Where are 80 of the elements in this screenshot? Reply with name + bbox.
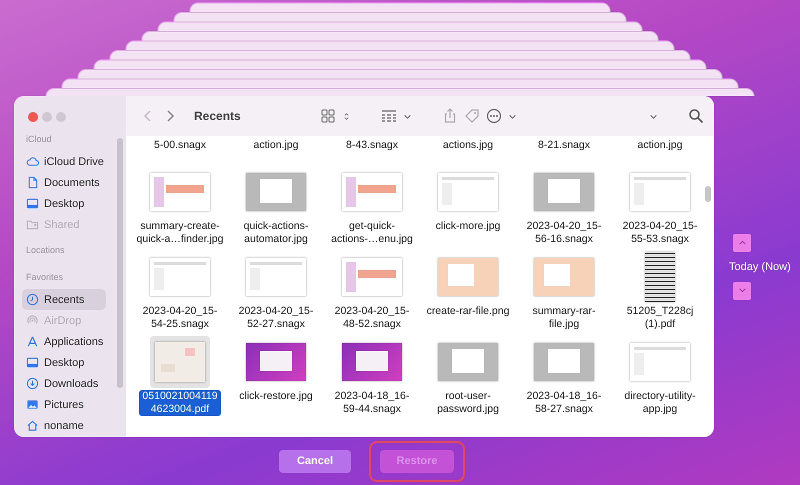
more-icon[interactable]	[486, 108, 502, 124]
file-name: action.jpg	[638, 139, 682, 151]
file-name[interactable]: summary-rar-file.jpg	[519, 305, 609, 331]
desktop-icon	[26, 197, 39, 210]
down-button[interactable]	[733, 282, 751, 300]
file-name[interactable]: click-more.jpg	[423, 220, 513, 233]
sidebar-item[interactable]: Pictures	[22, 394, 106, 415]
picture-icon	[26, 398, 39, 411]
file-name: action.jpg	[254, 139, 298, 151]
section-heading: Favorites	[26, 272, 64, 284]
chevron-down-icon	[738, 286, 746, 295]
desktop-icon	[26, 356, 39, 369]
file-name[interactable]: get-quick-actions-…enu.jpg	[327, 220, 417, 246]
document-icon	[26, 176, 39, 189]
chevron-up-icon	[738, 238, 746, 247]
file-thumbnail	[342, 343, 402, 381]
shared-folder-icon	[26, 218, 39, 231]
file-thumbnail	[645, 252, 675, 302]
file-name: 5-00.snagx	[154, 139, 206, 151]
file-thumbnail	[155, 342, 205, 382]
file-thumbnail	[246, 173, 306, 211]
file-thumbnail	[630, 343, 690, 381]
apps-icon	[26, 335, 39, 348]
section-heading: Locations	[26, 245, 66, 257]
file-name[interactable]: click-restore.jpg	[231, 390, 321, 403]
file-name: actions.jpg	[442, 139, 494, 151]
close-button[interactable]	[28, 112, 38, 122]
sidebar-item[interactable]: Applications	[22, 331, 106, 352]
file-name[interactable]: 2023-04-20_15-55-53.snagx	[615, 220, 705, 246]
file-name[interactable]: 2023-04-20_15-48-52.snagx	[327, 305, 417, 331]
tag-icon[interactable]	[464, 108, 480, 124]
scrollbar[interactable]	[117, 138, 123, 388]
file-thumbnail	[246, 258, 306, 296]
file-thumbnail	[150, 173, 210, 211]
download-icon	[26, 377, 39, 390]
timeline-label: Today (Now)	[729, 260, 791, 272]
file-name[interactable]: 05100210041194623004.pdf	[139, 390, 221, 416]
section-heading: iCloud	[26, 134, 53, 146]
file-thumbnail	[534, 343, 594, 381]
clock-icon	[26, 293, 39, 306]
file-name[interactable]: root-user-password.jpg	[423, 390, 513, 416]
file-thumbnail	[438, 258, 498, 296]
sidebar-item[interactable]: Documents	[22, 172, 106, 193]
grid-view-icon[interactable]	[320, 108, 336, 124]
file-name: 8-43.snagx	[346, 139, 398, 151]
file-thumbnail	[342, 173, 402, 211]
sidebar-item[interactable]: noname	[22, 415, 106, 436]
file-thumbnail	[246, 343, 306, 381]
cloud-icon	[26, 155, 39, 168]
file-name[interactable]: 2023-04-20_15-54-25.snagx	[135, 305, 225, 331]
file-name[interactable]: 2023-04-18_16-59-44.snagx	[327, 390, 417, 416]
file-name[interactable]: create-rar-file.png	[423, 305, 513, 318]
file-thumbnail	[534, 173, 594, 211]
scrollbar[interactable]	[705, 186, 711, 202]
sidebar-item[interactable]: Desktop	[22, 352, 106, 373]
share-icon[interactable]	[442, 108, 458, 124]
file-thumbnail	[150, 258, 210, 296]
window-title: Recents	[194, 109, 242, 123]
search-icon[interactable]	[688, 108, 704, 124]
file-name[interactable]: quick-actions-automator.jpg	[231, 220, 321, 246]
file-name[interactable]: directory-utility-app.jpg	[615, 390, 705, 416]
sidebar-item[interactable]: iCloud Drive	[22, 151, 106, 172]
file-name: 8-21.snagx	[538, 139, 590, 151]
group-icon[interactable]	[381, 108, 397, 124]
up-down-chevron-icon[interactable]	[342, 112, 351, 120]
file-name[interactable]: 2023-04-20_15-56-16.snagx	[519, 220, 609, 246]
file-thumbnail	[534, 258, 594, 296]
sidebar-item[interactable]: Downloads	[22, 373, 106, 394]
file-name[interactable]: 51205_T228cj (1).pdf	[615, 305, 705, 331]
file-thumbnail	[438, 343, 498, 381]
sidebar-item[interactable]: Desktop	[22, 193, 106, 214]
file-name[interactable]: 2023-04-18_16-58-27.snagx	[519, 390, 609, 416]
file-thumbnail	[342, 258, 402, 296]
file-name[interactable]: 2023-04-20_15-52-27.snagx	[231, 305, 321, 331]
house-icon	[26, 419, 39, 432]
up-button[interactable]	[733, 234, 751, 252]
sidebar-item[interactable]: Recents	[22, 289, 106, 310]
file-thumbnail	[630, 173, 690, 211]
file-name[interactable]: summary-create-quick-a…finder.jpg	[135, 220, 225, 246]
file-thumbnail	[438, 173, 498, 211]
